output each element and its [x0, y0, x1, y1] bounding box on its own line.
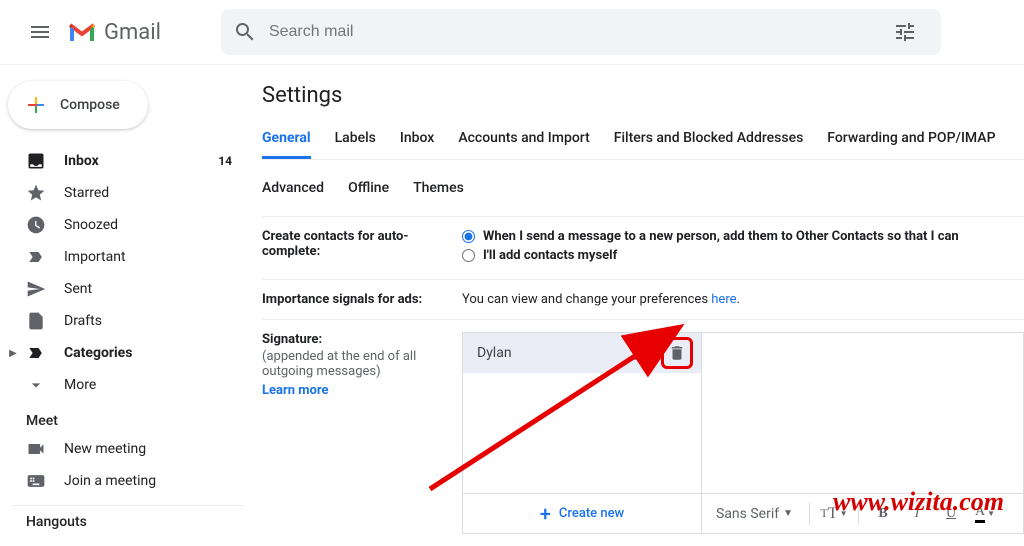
nav-label: New meeting: [64, 441, 146, 457]
nav-label: Important: [64, 249, 126, 265]
compose-label: Compose: [60, 97, 120, 113]
menu-button[interactable]: [16, 8, 64, 56]
inbox-icon: [26, 151, 46, 171]
tab-offline[interactable]: Offline: [348, 172, 389, 206]
radio-auto-contacts[interactable]: [462, 230, 475, 243]
font-select[interactable]: Sans Serif ▼: [710, 506, 799, 522]
signature-desc: (appended at the end of all outgoing mes…: [262, 349, 450, 379]
sidebar-item-categories[interactable]: ▶ Categories: [0, 337, 256, 369]
sidebar-item-starred[interactable]: Starred: [0, 177, 256, 209]
dropdown-icon: ▼: [783, 508, 793, 519]
tab-labels[interactable]: Labels: [335, 122, 376, 159]
nav-label: More: [64, 377, 96, 393]
radio-manual-contacts[interactable]: [462, 249, 475, 262]
search-icon: [233, 20, 257, 44]
nav-label: Starred: [64, 185, 109, 201]
compose-button[interactable]: Compose: [8, 81, 148, 129]
sidebar: Compose Inbox 14 Starred Snoozed Importa…: [0, 65, 256, 546]
header: Gmail: [0, 0, 1024, 64]
inbox-count: 14: [218, 154, 232, 168]
tab-themes[interactable]: Themes: [413, 172, 464, 206]
editor-body[interactable]: [702, 333, 1023, 493]
tune-icon[interactable]: [893, 20, 917, 44]
sidebar-item-join-meeting[interactable]: Join a meeting: [0, 465, 256, 497]
plus-icon: [24, 93, 48, 117]
camera-icon: [26, 439, 46, 459]
keyboard-icon: [26, 471, 46, 491]
setting-label-contacts: Create contacts for auto-complete:: [262, 229, 462, 267]
chevron-down-icon: [26, 375, 46, 395]
meet-section-label: Meet: [0, 401, 256, 433]
trash-icon: [668, 344, 686, 362]
sidebar-item-snoozed[interactable]: Snoozed: [0, 209, 256, 241]
setting-importance: Importance signals for ads: You can view…: [262, 280, 1024, 320]
create-signature-button[interactable]: + Create new: [462, 494, 702, 534]
setting-contacts: Create contacts for auto-complete: When …: [262, 217, 1024, 280]
settings-tabs-row2: Advanced Offline Themes: [262, 160, 1024, 217]
important-icon: [26, 247, 46, 267]
setting-label-signature: Signature: (appended at the end of all o…: [262, 332, 462, 534]
tab-advanced[interactable]: Advanced: [262, 172, 324, 206]
sidebar-item-new-meeting[interactable]: New meeting: [0, 433, 256, 465]
plus-icon: +: [540, 502, 551, 526]
star-icon: [26, 183, 46, 203]
edit-signature-button[interactable]: [625, 337, 657, 369]
sidebar-item-drafts[interactable]: Drafts: [0, 305, 256, 337]
sidebar-item-more[interactable]: More: [0, 369, 256, 401]
signature-list: Dylan: [462, 332, 702, 494]
tab-general[interactable]: General: [262, 122, 311, 159]
main-content: Settings General Labels Inbox Accounts a…: [256, 65, 1024, 546]
nav-label: Drafts: [64, 313, 102, 329]
tab-accounts[interactable]: Accounts and Import: [458, 122, 589, 159]
signature-learn-more[interactable]: Learn more: [262, 383, 450, 398]
categories-icon: [26, 343, 46, 363]
nav-label: Snoozed: [64, 217, 118, 233]
setting-label-importance: Importance signals for ads:: [262, 292, 462, 307]
gmail-icon: [68, 21, 96, 43]
signature-item[interactable]: Dylan: [463, 333, 701, 373]
sent-icon: [26, 279, 46, 299]
radio-label: I'll add contacts myself: [483, 248, 617, 263]
delete-signature-button[interactable]: [661, 337, 693, 369]
pencil-icon: [632, 344, 650, 362]
page-title: Settings: [262, 83, 1024, 108]
sidebar-item-sent[interactable]: Sent: [0, 273, 256, 305]
brand-text: Gmail: [104, 20, 161, 45]
radio-label: When I send a message to a new person, a…: [483, 229, 959, 244]
sidebar-item-important[interactable]: Important: [0, 241, 256, 273]
tab-filters[interactable]: Filters and Blocked Addresses: [614, 122, 804, 159]
logo[interactable]: Gmail: [68, 20, 161, 45]
importance-text: You can view and change your preferences: [462, 292, 711, 307]
search-input[interactable]: [269, 23, 893, 41]
nav-label: Inbox: [64, 153, 99, 169]
tab-inbox[interactable]: Inbox: [400, 122, 434, 159]
search-bar[interactable]: [221, 9, 941, 55]
hamburger-icon: [28, 20, 52, 44]
nav-label: Categories: [64, 345, 132, 361]
importance-link[interactable]: here: [711, 292, 736, 307]
hangouts-section-label: Hangouts: [0, 506, 256, 534]
importance-post: .: [737, 292, 740, 307]
nav-label: Join a meeting: [64, 473, 156, 489]
nav-label: Sent: [64, 281, 92, 297]
sidebar-item-inbox[interactable]: Inbox 14: [0, 145, 256, 177]
drafts-icon: [26, 311, 46, 331]
settings-tabs: General Labels Inbox Accounts and Import…: [262, 122, 1024, 160]
tab-forwarding[interactable]: Forwarding and POP/IMAP: [827, 122, 995, 159]
signature-name: Dylan: [477, 345, 625, 361]
caret-icon: ▶: [0, 348, 26, 359]
clock-icon: [26, 215, 46, 235]
watermark: www.wizita.com: [833, 487, 1004, 517]
